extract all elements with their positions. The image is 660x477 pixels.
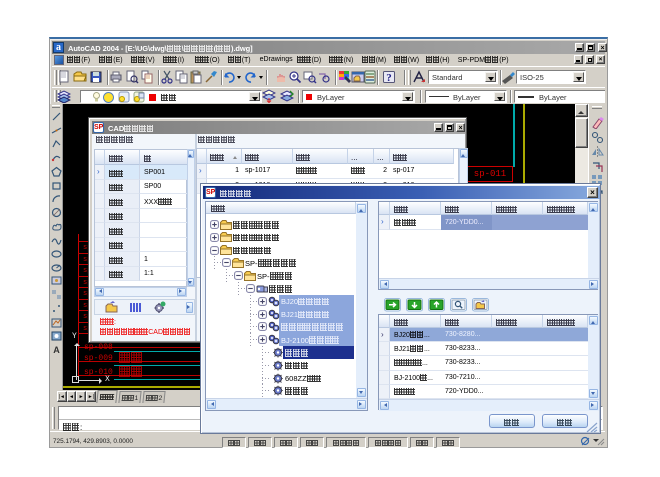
svg-text:A: A	[53, 345, 60, 355]
svg-text:?: ?	[386, 72, 392, 84]
